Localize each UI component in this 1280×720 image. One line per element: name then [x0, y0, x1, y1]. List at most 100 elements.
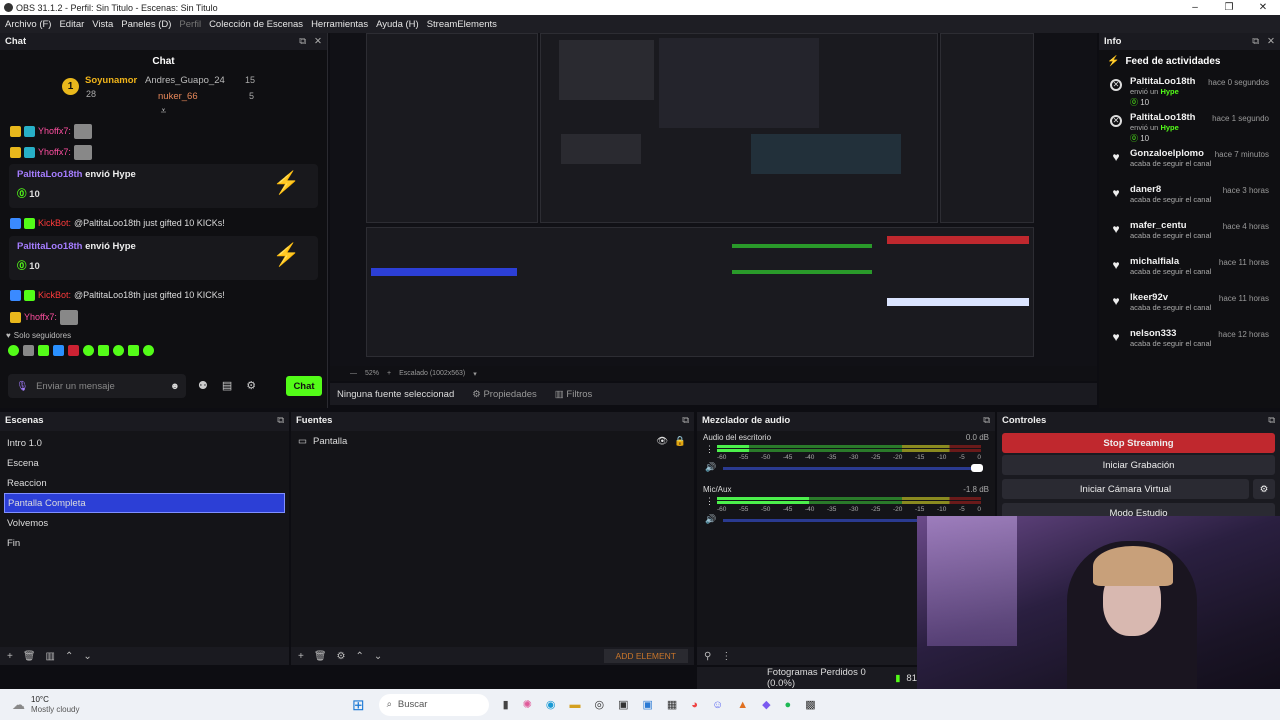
- audio-track-desktop: Audio del escritorio 0.0 dB ⋮ -60 -55 -50-…: [703, 433, 989, 473]
- scale-mode-select[interactable]: Escalado (1002x563): [399, 370, 465, 377]
- app-icon[interactable]: ▣: [642, 698, 652, 711]
- start-recording-button[interactable]: Iniciar Grabación: [1002, 455, 1275, 475]
- feed-item: ✕ PaltitaLoo18th hace 1 segundo envió un…: [1099, 109, 1280, 145]
- emote-icon[interactable]: [53, 344, 64, 356]
- properties-button[interactable]: ⚙ Propiedades: [472, 389, 537, 400]
- scene-item[interactable]: Fin: [0, 533, 289, 553]
- add-element-button[interactable]: ADD ELEMENT: [603, 649, 688, 663]
- menu-ayuda[interactable]: Ayuda (H): [376, 19, 419, 30]
- app-icon[interactable]: ▦: [667, 698, 677, 711]
- menu-herramientas[interactable]: Herramientas: [311, 19, 368, 30]
- folder-icon[interactable]: ▬: [569, 699, 580, 711]
- app-icon[interactable]: ▲: [737, 699, 748, 711]
- obs-icon[interactable]: ◎: [594, 698, 604, 711]
- float-icon[interactable]: ⧉: [1252, 36, 1259, 47]
- weather-widget[interactable]: ☁ 10°C Mostly cloudy: [0, 695, 300, 715]
- settings-icon[interactable]: ⚙: [246, 379, 256, 392]
- discord-icon[interactable]: ☺: [712, 699, 723, 711]
- emoji-icon[interactable]: ☻: [170, 381, 180, 392]
- volume-slider[interactable]: [723, 467, 983, 470]
- menu-paneles[interactable]: Paneles (D): [121, 19, 171, 30]
- collapse-icon[interactable]: ⩡: [0, 106, 327, 120]
- float-icon[interactable]: ⧉: [682, 415, 689, 426]
- close-icon[interactable]: ✕: [1246, 2, 1280, 13]
- source-item[interactable]: ▭ Pantalla 👁 🔒: [291, 431, 694, 451]
- microphone-icon[interactable]: 🎙: [16, 381, 28, 392]
- copilot-icon[interactable]: ✺: [523, 698, 532, 711]
- trash-icon[interactable]: 🗑: [23, 651, 36, 662]
- move-down-icon[interactable]: ⌄: [374, 651, 382, 662]
- close-icon[interactable]: ✕: [314, 36, 322, 47]
- zoom-in-icon[interactable]: +: [387, 370, 391, 377]
- store-icon[interactable]: ▤: [222, 379, 232, 392]
- start-virtual-camera-button[interactable]: Iniciar Cámara Virtual: [1002, 479, 1249, 499]
- chat-message: Yhoffx7:: [0, 306, 327, 328]
- scenes-dock: Escenas ⧉ Intro 1.0 Escena Reaccion Pant…: [0, 412, 301, 665]
- emote-icon[interactable]: [128, 344, 139, 356]
- lock-icon[interactable]: 🔒: [674, 436, 686, 447]
- emote-icon[interactable]: [113, 344, 124, 356]
- chevron-down-icon[interactable]: ▾: [473, 370, 477, 378]
- send-chat-button[interactable]: Chat: [286, 376, 322, 396]
- virtual-camera-settings-icon[interactable]: ⚙: [1253, 479, 1275, 499]
- chrome-icon[interactable]: ◕: [691, 699, 698, 711]
- trash-icon[interactable]: 🗑: [314, 651, 327, 662]
- float-icon[interactable]: ⧉: [983, 415, 990, 426]
- users-icon[interactable]: ⚉: [198, 379, 208, 392]
- emote-icon[interactable]: [38, 344, 49, 356]
- scene-item-selected[interactable]: Pantalla Completa: [4, 493, 285, 513]
- file-explorer-icon[interactable]: ▮: [503, 698, 509, 711]
- preview-docks: [366, 227, 1034, 357]
- app-icon[interactable]: ▣: [618, 698, 628, 711]
- menu-editar[interactable]: Editar: [59, 19, 84, 30]
- scene-item[interactable]: Reaccion: [0, 473, 289, 493]
- filter-icon[interactable]: ▥: [46, 651, 55, 662]
- close-icon[interactable]: ✕: [1267, 36, 1275, 47]
- emote-icon[interactable]: [83, 344, 94, 356]
- signal-icon: ▮: [895, 672, 901, 684]
- maximize-icon[interactable]: ❐: [1212, 2, 1246, 13]
- more-options-icon[interactable]: ⋮: [705, 444, 714, 455]
- stop-streaming-button[interactable]: Stop Streaming: [1002, 433, 1275, 453]
- move-up-icon[interactable]: ⌃: [356, 651, 364, 662]
- menu-perfil[interactable]: Perfil: [179, 19, 201, 30]
- more-options-icon[interactable]: ⋮: [721, 651, 731, 662]
- filters-button[interactable]: ▥ Filtros: [555, 389, 593, 400]
- scene-item[interactable]: Intro 1.0: [0, 433, 289, 453]
- app-icon[interactable]: ◆: [762, 698, 770, 711]
- gear-icon[interactable]: ⚙: [337, 651, 346, 662]
- emote-icon[interactable]: [68, 344, 79, 356]
- add-icon[interactable]: +: [7, 651, 13, 662]
- speaker-icon[interactable]: 🔊: [705, 462, 716, 473]
- edge-icon[interactable]: ◉: [546, 698, 556, 711]
- scene-item[interactable]: Escena: [0, 453, 289, 473]
- menu-vista[interactable]: Vista: [92, 19, 113, 30]
- app-icon[interactable]: ▩: [805, 698, 815, 711]
- add-icon[interactable]: +: [298, 651, 304, 662]
- emote-icon[interactable]: [23, 344, 34, 356]
- emote-icon[interactable]: [143, 344, 154, 356]
- emote-icon[interactable]: [98, 344, 109, 356]
- scene-item[interactable]: Volvemos: [0, 513, 289, 533]
- emote-icon[interactable]: [8, 344, 19, 356]
- chat-input[interactable]: 🎙 Enviar un mensaje ☻: [8, 374, 186, 398]
- zoom-out-icon[interactable]: —: [350, 370, 357, 377]
- eye-icon[interactable]: 👁: [656, 436, 668, 447]
- spotify-icon[interactable]: ●: [785, 699, 792, 711]
- menu-archivo[interactable]: Archivo (F): [5, 19, 51, 30]
- taskbar-search[interactable]: ⌕ Buscar: [378, 693, 489, 716]
- more-options-icon[interactable]: ⋮: [705, 496, 714, 507]
- move-up-icon[interactable]: ⌃: [65, 651, 73, 662]
- float-icon[interactable]: ⧉: [299, 36, 306, 47]
- windows-start-icon[interactable]: ⊞: [352, 696, 365, 714]
- minimize-icon[interactable]: –: [1178, 2, 1212, 13]
- speaker-icon[interactable]: 🔊: [705, 514, 716, 525]
- link-icon[interactable]: ⚲: [704, 651, 711, 662]
- move-down-icon[interactable]: ⌄: [83, 651, 91, 662]
- menu-coleccion-escenas[interactable]: Colección de Escenas: [209, 19, 303, 30]
- menu-streamelements[interactable]: StreamElements: [427, 19, 497, 30]
- volume-slider-handle[interactable]: [971, 464, 983, 472]
- float-icon[interactable]: ⧉: [1268, 415, 1275, 426]
- float-icon[interactable]: ⧉: [277, 415, 284, 426]
- preview-canvas[interactable]: [330, 33, 1097, 381]
